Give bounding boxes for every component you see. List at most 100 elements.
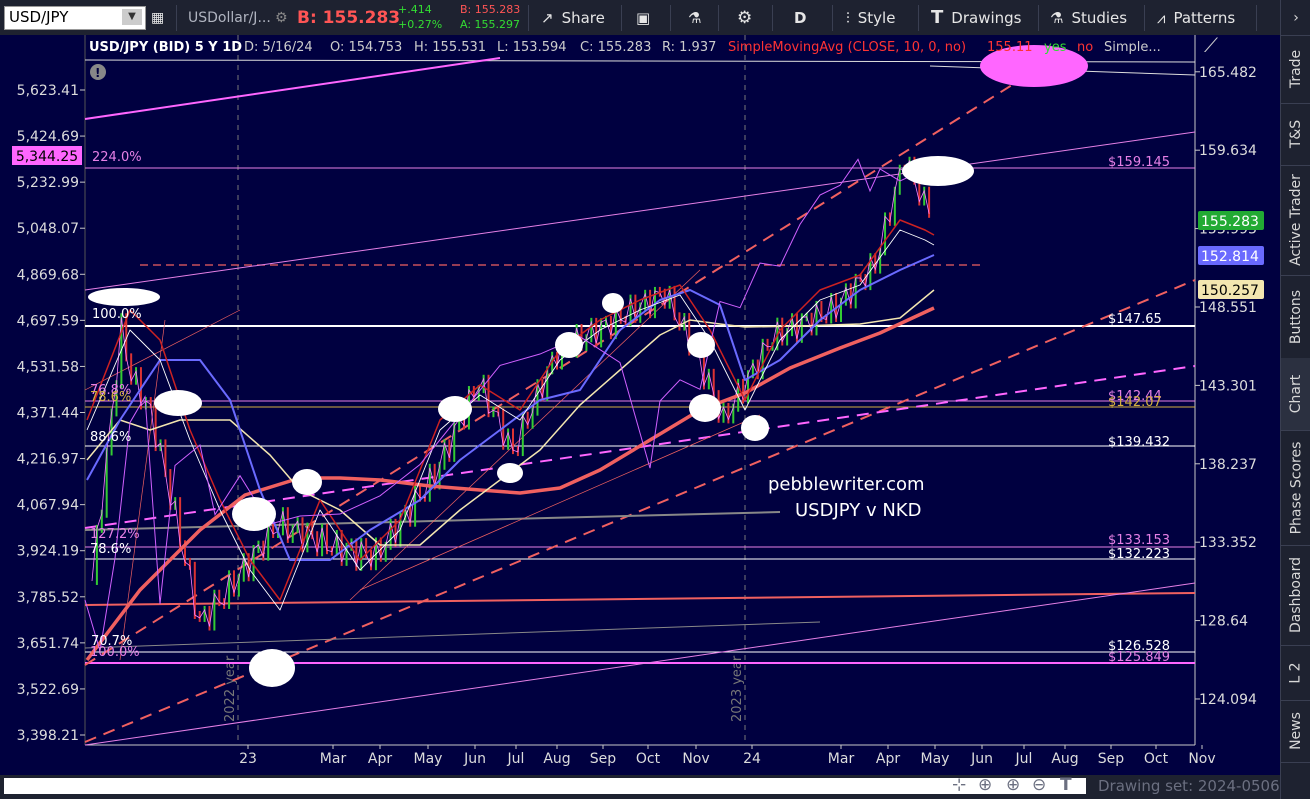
x-tick-label: Jul xyxy=(1015,751,1033,767)
chevron-down-icon[interactable]: ▼ xyxy=(122,9,142,25)
period-button[interactable]: D xyxy=(794,0,806,35)
right-sidebar: › Trade T&S Active Trader Buttons Chart … xyxy=(1280,0,1310,799)
left-highlight-label: 5,344.25 xyxy=(16,149,78,165)
gear-icon[interactable]: ⚙ xyxy=(275,0,288,35)
zoom-out-icon[interactable]: ⊖ xyxy=(1032,775,1046,795)
highlight-ellipse xyxy=(154,390,202,416)
drawing-set-label[interactable]: Drawing set: 2024-0506 xyxy=(1098,777,1280,795)
study-name[interactable]: SimpleMovingAvg (CLOSE, 10, 0, no) xyxy=(728,40,966,55)
style-button[interactable]: ⫶ Style xyxy=(846,0,895,35)
x-tick-label: Oct xyxy=(636,751,661,767)
highlight-ellipse xyxy=(232,497,276,531)
x-tick-label: Aug xyxy=(1051,751,1078,767)
share-icon: ↗ xyxy=(541,8,554,27)
flask-icon[interactable]: ⚗ xyxy=(688,0,701,35)
style-label: Style xyxy=(857,8,896,27)
header-open: O: 154.753 xyxy=(330,40,402,55)
tab-news[interactable]: News xyxy=(1281,700,1310,763)
fib-label: 127.2% xyxy=(90,527,140,542)
left-tick-label: 4,371.44 xyxy=(17,406,79,422)
fib-label: 100.0% xyxy=(92,307,142,322)
tab-dashboard[interactable]: Dashboard xyxy=(1281,545,1310,646)
chart-area[interactable]: 2022 year 2023 year USD/JPY (BID) 5 Y 1D… xyxy=(0,33,1280,775)
drawings-button[interactable]: T Drawings xyxy=(931,0,1021,35)
x-tick-label: May xyxy=(414,751,443,767)
level-label: $142.07 xyxy=(1108,395,1162,410)
x-tick-label: Sep xyxy=(1098,751,1125,767)
fib-label: 78.6% xyxy=(90,390,131,405)
right-tick-label: 133.352 xyxy=(1199,535,1257,551)
left-tick-label: 5,623.41 xyxy=(17,83,79,99)
x-tick-label: Oct xyxy=(1144,751,1169,767)
net-change-pct: +0.27% xyxy=(398,18,443,31)
x-tick-label: May xyxy=(921,751,950,767)
right-tick-label: 165.482 xyxy=(1199,65,1257,81)
chart-title: USD/JPY (BID) 5 Y 1D xyxy=(89,40,242,55)
patterns-icon: ⩘ xyxy=(1157,8,1166,27)
symbol-value: USD/JPY xyxy=(9,8,69,26)
chart-style-icon[interactable]: ⟋ xyxy=(1204,33,1218,57)
right-tick-label: 124.094 xyxy=(1199,692,1257,708)
header-low: L: 153.594 xyxy=(497,40,567,55)
tab-label: Trade xyxy=(1288,49,1304,89)
tab-buttons[interactable]: Buttons xyxy=(1281,275,1310,359)
zoom-in-icon[interactable]: ⊕ xyxy=(1006,775,1020,795)
crosshair-icon[interactable]: ⊕ xyxy=(978,775,992,795)
study-value: 155.11 xyxy=(987,40,1033,55)
tab-trade[interactable]: Trade xyxy=(1281,35,1310,104)
text-icon[interactable]: T xyxy=(1060,775,1072,795)
left-axis: 5,623.41 5,424.69 5,232.99 5,048.07 4,869.68… xyxy=(12,83,85,744)
share-button[interactable]: ↗ Share xyxy=(541,0,605,35)
studies-icon: ⚗ xyxy=(1050,8,1064,27)
tab-label: Phase Scores xyxy=(1288,441,1305,534)
patterns-button[interactable]: ⩘ Patterns xyxy=(1157,0,1235,35)
price-badges: 155.283 152.814 150.257 xyxy=(1198,211,1264,299)
left-tick-label: 4,531.58 xyxy=(17,359,79,375)
right-tick-label: 128.64 xyxy=(1199,614,1248,630)
info-glyph: ! xyxy=(95,66,100,80)
x-tick-label: Jun xyxy=(970,751,993,767)
text-tool-icon: T xyxy=(931,7,944,28)
symbol-list-icon[interactable]: ▦ xyxy=(151,0,164,35)
time-scrollbar[interactable] xyxy=(4,778,1086,794)
x-tick-label: Jul xyxy=(507,751,525,767)
patterns-label: Patterns xyxy=(1173,8,1236,27)
tab-label: Dashboard xyxy=(1288,557,1304,633)
studies-button[interactable]: ⚗ Studies xyxy=(1050,0,1127,35)
highlight-ellipse xyxy=(88,288,160,306)
level-label: $133.153 xyxy=(1108,533,1170,548)
period-label: D xyxy=(794,8,807,27)
highlight-ellipse xyxy=(497,463,523,483)
settings-gear-icon[interactable]: ⚙ xyxy=(737,0,752,35)
tab-chart[interactable]: Chart xyxy=(1281,358,1310,431)
level-label: $125.849 xyxy=(1108,650,1170,665)
highlight-ellipse xyxy=(555,332,583,358)
bid-small: B: 155.283 xyxy=(460,3,521,16)
right-tick-label: 148.551 xyxy=(1199,300,1257,316)
fib-label: 100.0% xyxy=(90,645,140,660)
left-tick-label: 3,924.19 xyxy=(17,544,79,560)
header-range: R: 1.937 xyxy=(662,40,716,55)
x-tick-label: Mar xyxy=(828,751,855,767)
left-tick-label: 5,232.99 xyxy=(17,175,79,191)
tab-time-and-sales[interactable]: T&S xyxy=(1281,103,1310,166)
menu-tab[interactable]: › xyxy=(1281,0,1310,36)
annotation-pair: USDJPY v NKD xyxy=(795,500,921,521)
messages-icon[interactable]: ▣ xyxy=(636,0,650,35)
x-tick-label: Mar xyxy=(320,751,347,767)
tab-level-2[interactable]: L 2 xyxy=(1281,645,1310,701)
fib-label: 88.6% xyxy=(90,430,131,445)
x-tick-label: Jun xyxy=(463,751,486,767)
symbol-input[interactable]: USD/JPY ▼ xyxy=(4,6,146,30)
tab-phase-scores[interactable]: Phase Scores xyxy=(1281,430,1310,546)
study-more[interactable]: Simple... xyxy=(1104,40,1161,55)
x-tick-label: Apr xyxy=(368,751,392,767)
left-tick-label: 3,785.52 xyxy=(17,590,79,606)
level-label: $147.65 xyxy=(1108,312,1162,327)
tab-label: L 2 xyxy=(1287,661,1304,684)
pan-icon[interactable]: ⊹ xyxy=(952,775,966,795)
highlight-ellipse xyxy=(438,396,472,422)
tab-active-trader[interactable]: Active Trader xyxy=(1281,165,1310,276)
drawings-label: Drawings xyxy=(951,8,1022,27)
price-chart[interactable]: 2022 year 2023 year USD/JPY (BID) 5 Y 1D… xyxy=(0,33,1280,775)
